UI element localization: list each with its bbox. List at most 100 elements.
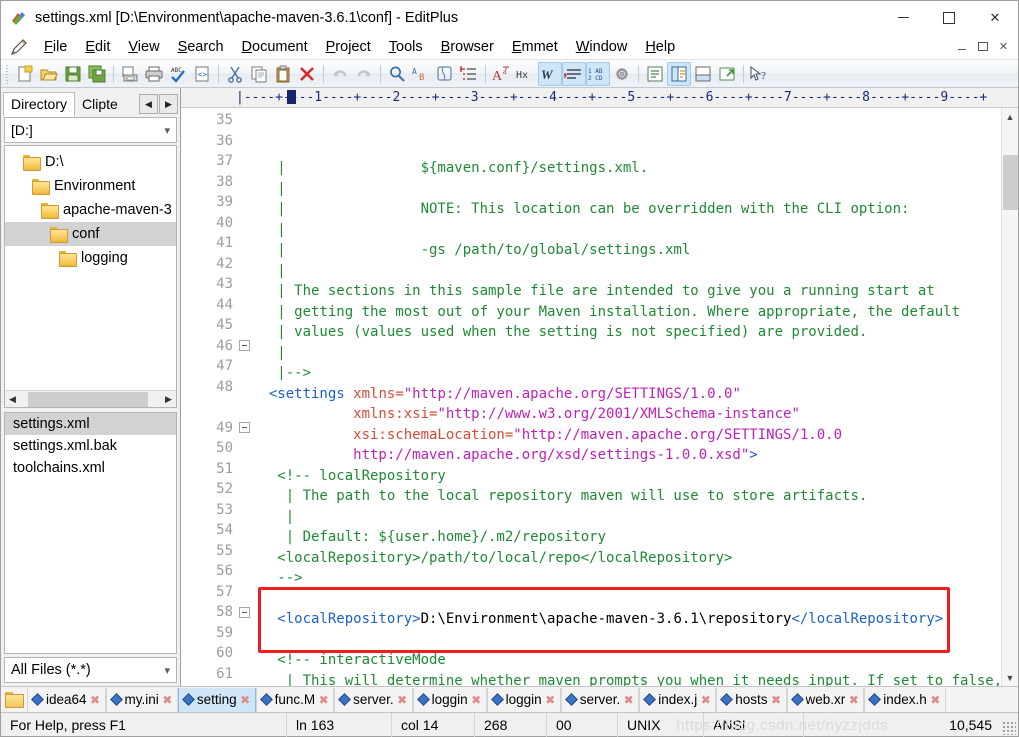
- document-selector-icon[interactable]: [643, 62, 667, 86]
- insert-list-icon[interactable]: [457, 62, 481, 86]
- redo-icon[interactable]: [352, 62, 376, 86]
- new-file-icon[interactable]: [13, 62, 37, 86]
- menu-window[interactable]: Window: [567, 37, 637, 57]
- resize-grip[interactable]: [1002, 721, 1016, 735]
- code-line[interactable]: | ${maven.conf}/settings.xml.: [252, 158, 1001, 179]
- close-icon[interactable]: ✖: [770, 694, 783, 706]
- document-tab[interactable]: hosts ✖: [716, 687, 787, 712]
- close-icon[interactable]: ✖: [699, 694, 712, 706]
- close-icon[interactable]: ✖: [622, 694, 635, 706]
- document-tab[interactable]: my.ini ✖: [105, 687, 178, 712]
- tree-item-logging[interactable]: logging: [5, 246, 176, 270]
- tree-horizontal-scrollbar[interactable]: ◀ ▶: [5, 390, 176, 407]
- code-line[interactable]: xmlns:xsi="http://www.w3.org/2001/XMLSch…: [252, 404, 1001, 425]
- document-tab[interactable]: loggin ✖: [486, 687, 561, 712]
- replace-icon[interactable]: AB: [409, 62, 433, 86]
- tree-item-conf[interactable]: conf: [5, 222, 176, 246]
- vscroll-thumb[interactable]: [1003, 155, 1018, 210]
- doc-restore-button[interactable]: [972, 37, 993, 57]
- tab-cliptext[interactable]: Clipte: [75, 93, 125, 116]
- document-tab[interactable]: setting ✖: [177, 687, 256, 712]
- code-line[interactable]: | The path to the local repository maven…: [252, 486, 1001, 507]
- show-spaces-icon[interactable]: 1 AB 2 CD: [586, 61, 610, 86]
- hex-view-icon[interactable]: Hx: [514, 62, 538, 86]
- drive-select[interactable]: [D:] ▾: [4, 117, 177, 143]
- open-file-icon[interactable]: [37, 62, 61, 86]
- directory-tree[interactable]: D:\ Environment apache-maven-3 conf logging …: [4, 145, 177, 408]
- code-line[interactable]: -->: [252, 568, 1001, 589]
- maximize-button[interactable]: [926, 1, 972, 34]
- code-line[interactable]: |: [252, 507, 1001, 528]
- menu-help[interactable]: Help: [636, 37, 684, 57]
- cut-icon[interactable]: [223, 62, 247, 86]
- scroll-down-icon[interactable]: ▼: [1002, 669, 1019, 686]
- delete-icon[interactable]: [295, 62, 319, 86]
- code-line[interactable]: <!-- localRepository: [252, 466, 1001, 487]
- save-icon[interactable]: [61, 62, 85, 86]
- print-icon[interactable]: [142, 62, 166, 86]
- code-line[interactable]: | Default: ${user.home}/.m2/repository: [252, 527, 1001, 548]
- code-line[interactable]: |-->: [252, 363, 1001, 384]
- document-tab[interactable]: loggin ✖: [412, 687, 487, 712]
- save-all-icon[interactable]: [85, 62, 109, 86]
- menu-browser[interactable]: Browser: [432, 37, 503, 57]
- code-line[interactable]: <settings xmlns="http://maven.apache.org…: [252, 384, 1001, 405]
- tab-directory[interactable]: Directory: [3, 92, 76, 117]
- document-tab[interactable]: idea64 ✖: [27, 687, 106, 712]
- code-line[interactable]: [252, 589, 1001, 610]
- code-line[interactable]: | -gs /path/to/global/settings.xml: [252, 240, 1001, 261]
- scroll-up-icon[interactable]: ▲: [1002, 108, 1019, 125]
- menu-tools[interactable]: Tools: [380, 37, 432, 57]
- fold-toggle-icon[interactable]: [236, 336, 252, 357]
- code-line[interactable]: xsi:schemaLocation="http://maven.apache.…: [252, 425, 1001, 446]
- document-tab[interactable]: server. ✖: [334, 687, 413, 712]
- find-icon[interactable]: [385, 62, 409, 86]
- file-list[interactable]: settings.xml settings.xml.bak toolchains.x…: [4, 412, 177, 654]
- scroll-right-icon[interactable]: ▶: [161, 394, 176, 405]
- menu-project[interactable]: Project: [317, 37, 380, 57]
- tree-hscroll-thumb[interactable]: [28, 391, 148, 407]
- output-window-icon[interactable]: [691, 62, 715, 86]
- menu-emmet[interactable]: Emmet: [503, 37, 567, 57]
- code-line[interactable]: |: [252, 343, 1001, 364]
- tree-hscroll-track[interactable]: [20, 390, 161, 407]
- code-line[interactable]: <!-- interactiveMode: [252, 650, 1001, 671]
- code-line[interactable]: | getting the most out of your Maven ins…: [252, 302, 1001, 323]
- document-tab[interactable]: web.xr ✖: [786, 687, 865, 712]
- list-item[interactable]: toolchains.xml: [5, 457, 176, 479]
- scroll-left-icon[interactable]: ◀: [5, 394, 20, 405]
- close-icon[interactable]: ✖: [396, 694, 409, 706]
- close-icon[interactable]: ✖: [470, 694, 483, 706]
- tab-scroll-left-icon[interactable]: ◀: [139, 94, 158, 114]
- menu-edit[interactable]: Edit: [76, 37, 119, 57]
- close-icon[interactable]: ✖: [929, 694, 942, 706]
- tree-item-d[interactable]: D:\: [5, 150, 176, 174]
- menu-document[interactable]: Document: [233, 37, 317, 57]
- undo-icon[interactable]: [328, 62, 352, 86]
- code-line[interactable]: |: [252, 261, 1001, 282]
- document-tab[interactable]: index.j ✖: [639, 687, 717, 712]
- fold-toggle-icon[interactable]: [236, 418, 252, 439]
- file-filter-select[interactable]: All Files (*.*) ▾: [4, 657, 177, 683]
- tab-scroll-right-icon[interactable]: ▶: [159, 94, 178, 114]
- code-line[interactable]: | The sections in this sample file are i…: [252, 281, 1001, 302]
- find-in-files-icon[interactable]: [433, 62, 457, 86]
- minimize-button[interactable]: [880, 1, 926, 34]
- close-icon[interactable]: ✖: [239, 694, 252, 706]
- copy-icon[interactable]: [247, 62, 271, 86]
- fold-toggle-icon[interactable]: [236, 602, 252, 623]
- list-item[interactable]: settings.xml.bak: [5, 435, 176, 457]
- context-help-icon[interactable]: ?: [748, 62, 772, 86]
- paste-icon[interactable]: [271, 62, 295, 86]
- code-line[interactable]: | This will determine whether maven prom…: [252, 671, 1001, 687]
- directory-pane-icon[interactable]: [667, 61, 691, 86]
- doc-close-button[interactable]: ✕: [993, 37, 1014, 57]
- tree-item-environment[interactable]: Environment: [5, 174, 176, 198]
- code-text[interactable]: | ${maven.conf}/settings.xml. | | NOTE: …: [252, 108, 1001, 686]
- code-line[interactable]: |: [252, 220, 1001, 241]
- code-line[interactable]: | values (values used when the setting i…: [252, 322, 1001, 343]
- code-line[interactable]: | NOTE: This location can be overridden …: [252, 199, 1001, 220]
- document-tab[interactable]: server. ✖: [560, 687, 640, 712]
- close-icon[interactable]: ✖: [161, 694, 174, 706]
- print-preview-icon[interactable]: [118, 62, 142, 86]
